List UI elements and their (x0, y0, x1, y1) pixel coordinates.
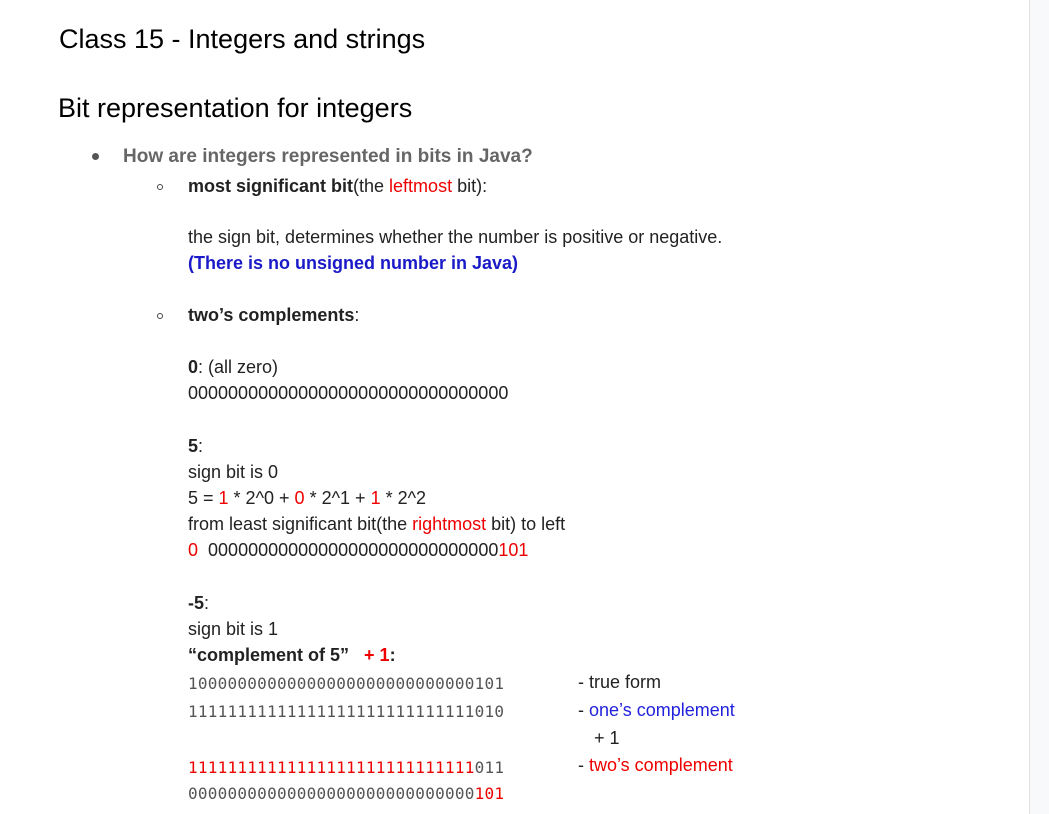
from-rightmost: rightmost (412, 514, 487, 534)
msb-paren-open: (the (353, 176, 390, 196)
result-bits-red: 101 (474, 784, 505, 803)
zero-bits: 00000000000000000000000000000000 (188, 383, 509, 403)
five-colon: : (198, 436, 204, 456)
ones-complement-label: one’s complement (589, 700, 735, 720)
five-equation: 5 = 1 * 2^0 + 0 * 2^1 + 1 * 2^2 (188, 488, 426, 509)
bullet-hollow (157, 313, 163, 319)
true-form-bits: 10000000000000000000000000000101 (188, 674, 505, 693)
eq-coef-3: 1 (370, 488, 381, 508)
twos-dash: - (578, 755, 589, 775)
page-title: Class 15 - Integers and strings (59, 24, 426, 54)
plus-one-marker: + 1 (594, 728, 620, 748)
five-label: 5 (188, 436, 199, 456)
plus-one: + 1 (364, 645, 390, 665)
eq-term-2: * 2^1 + (304, 488, 371, 508)
twos-bits-gray: 011 (474, 758, 505, 777)
eq-coef-2: 0 (294, 488, 305, 508)
msb-description: the sign bit, determines whether the num… (188, 227, 723, 247)
result-bits: 00000000000000000000000000000101 (188, 784, 504, 803)
twos-line: two’s complements: (188, 305, 359, 326)
neg5-complement-line: “complement of 5” + 1: (188, 645, 396, 666)
eq-term-1: * 2^0 + (228, 488, 295, 508)
five-bits: 0 00000000000000000000000000000101 (188, 540, 528, 561)
true-form-label: - true form (578, 672, 662, 692)
section-heading: Bit representation for integers (58, 93, 413, 123)
five-bits-mid: 00000000000000000000000000000 (208, 540, 499, 560)
twos-bits-red: 11111111111111111111111111111 (188, 758, 475, 777)
question-text: How are integers represented in bits in … (123, 146, 533, 167)
from-end: bit) to left (486, 514, 566, 534)
result-bits-gray: 00000000000000000000000000000 (188, 784, 475, 803)
eq-coef-1: 1 (218, 488, 229, 508)
bullet-hollow (157, 184, 163, 190)
neg5-sign: sign bit is 1 (188, 619, 279, 639)
five-heading: 5: (188, 436, 203, 457)
ones-complement-bits: 11111111111111111111111111111010 (188, 702, 505, 721)
ones-complement-line: - one’s complement (578, 700, 735, 721)
msb-leftmost: leftmost (389, 176, 453, 196)
neg5-colon: : (204, 593, 210, 613)
bullet-filled (92, 153, 99, 160)
neg5-label: -5 (188, 593, 205, 613)
five-bits-tail: 101 (498, 540, 529, 560)
twos-complement-line: - two’s complement (578, 755, 733, 776)
right-sidebar (1029, 0, 1049, 814)
from-start: from least significant bit(the (188, 514, 413, 534)
ones-dash: - (578, 700, 589, 720)
msb-line: most significant bit(the leftmost bit): (188, 176, 487, 197)
five-from: from least significant bit(the rightmost… (188, 514, 565, 535)
twos-colon: : (354, 305, 360, 325)
msb-paren-close: bit): (452, 176, 488, 196)
twos-complement-label: two’s complement (589, 755, 733, 775)
document-page: Class 15 - Integers and strings Bit repr… (0, 0, 1029, 814)
neg5-heading: -5: (188, 593, 209, 614)
eq-term-3: * 2^2 (380, 488, 427, 508)
msb-label: most significant bit (188, 176, 354, 196)
eq-start: 5 = (188, 488, 219, 508)
zero-line: 0: (all zero) (188, 357, 278, 378)
zero-label: 0 (188, 357, 199, 377)
complement-colon: : (389, 645, 396, 665)
twos-label: two’s complements (188, 305, 355, 325)
five-sign: sign bit is 0 (188, 462, 279, 482)
msb-note: (There is no unsigned number in Java) (188, 253, 519, 273)
zero-rest: : (all zero) (198, 357, 279, 377)
twos-complement-bits: 11111111111111111111111111111011 (188, 758, 504, 777)
five-sign-bit: 0 (188, 540, 199, 560)
complement-label: “complement of 5” (188, 645, 350, 665)
